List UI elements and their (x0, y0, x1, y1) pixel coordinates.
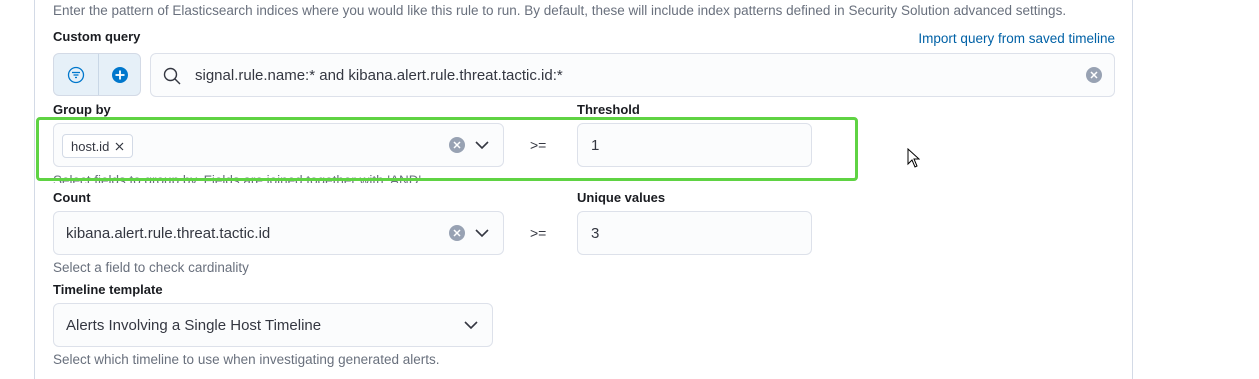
unique-values-operator: >= (530, 225, 547, 241)
query-input[interactable]: signal.rule.name:* and kibana.alert.rule… (150, 53, 1115, 97)
group-by-label: Group by (53, 102, 111, 117)
clear-query-button[interactable] (1086, 67, 1102, 83)
chevron-down-icon[interactable] (475, 228, 489, 238)
clear-icon (1090, 71, 1098, 79)
highlight-box (36, 117, 858, 181)
import-query-link[interactable]: Import query from saved timeline (918, 31, 1115, 46)
query-text: signal.rule.name:* and kibana.alert.rule… (195, 67, 563, 84)
count-label: Count (53, 190, 91, 205)
unique-values-value: 3 (591, 225, 600, 242)
clear-icon (453, 229, 461, 237)
count-help: Select a field to check cardinality (53, 260, 249, 275)
panel-left-border (34, 0, 35, 379)
index-patterns-help: Enter the pattern of Elasticsearch indic… (53, 3, 1067, 18)
search-icon (163, 67, 181, 85)
panel-right-border (1132, 0, 1133, 379)
count-combobox[interactable]: kibana.alert.rule.threat.tactic.id (53, 211, 504, 255)
add-icon (112, 66, 128, 83)
filter-icon (67, 66, 85, 83)
timeline-template-help: Select which timeline to use when invest… (53, 352, 440, 367)
custom-query-label: Custom query (53, 29, 141, 44)
timeline-template-value: Alerts Involving a Single Host Timeline (66, 317, 322, 334)
clear-count-button[interactable] (449, 225, 465, 241)
filter-button[interactable] (54, 54, 98, 95)
chevron-down-icon[interactable] (464, 320, 478, 330)
query-filter-group (53, 53, 141, 96)
unique-values-label: Unique values (577, 190, 666, 205)
mouse-cursor-icon (907, 148, 920, 168)
timeline-template-select[interactable]: Alerts Involving a Single Host Timeline (53, 303, 493, 347)
threshold-label: Threshold (577, 102, 640, 117)
count-value: kibana.alert.rule.threat.tactic.id (66, 225, 271, 242)
add-filter-button[interactable] (99, 54, 141, 95)
unique-values-input[interactable]: 3 (577, 211, 812, 255)
timeline-template-label: Timeline template (53, 282, 163, 297)
